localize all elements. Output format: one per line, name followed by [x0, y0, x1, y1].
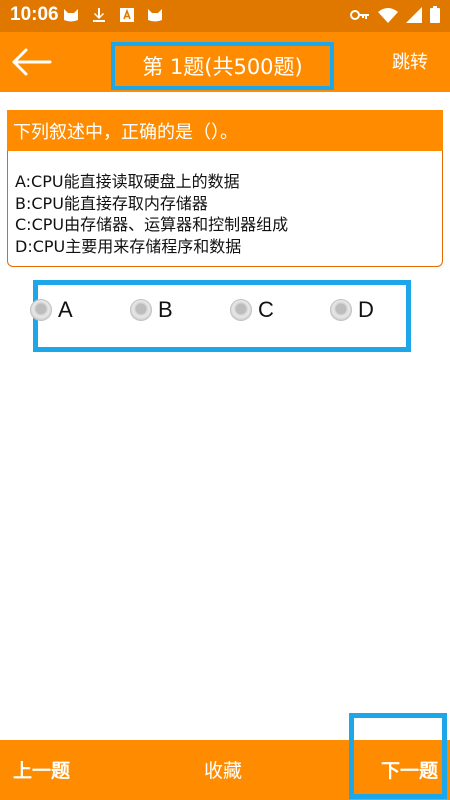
radio-label-c: C	[258, 297, 274, 322]
option-c-text: C:CPU由存储器、运算器和控制器组成	[15, 215, 289, 234]
next-question-button[interactable]: 下一题	[381, 756, 438, 783]
key-icon	[350, 7, 370, 26]
radio-option-c[interactable]: C	[230, 297, 274, 323]
radio-label-d: D	[358, 297, 374, 322]
download-icon	[90, 6, 108, 24]
status-time: 10:06	[10, 4, 59, 25]
radio-circle-icon	[130, 299, 152, 321]
option-d-text: D:CPU主要用来存储程序和数据	[15, 236, 242, 256]
system-icons	[350, 6, 440, 27]
option-a-text: A:CPU能直接读取硬盘上的数据	[15, 172, 240, 191]
battery-icon	[430, 6, 440, 27]
radio-circle-icon	[330, 299, 352, 321]
prev-question-button[interactable]: 上一题	[13, 756, 70, 783]
page-title: 第 1题(共500题)	[142, 55, 303, 79]
radio-circle-icon	[30, 299, 52, 321]
arrow-left-icon	[12, 48, 52, 76]
radio-label-b: B	[158, 297, 173, 322]
radio-option-a[interactable]: A	[30, 297, 73, 323]
radio-option-b[interactable]: B	[130, 297, 173, 323]
bottom-bar: 上一题 收藏 下一题	[0, 740, 450, 800]
cat-icon	[62, 6, 80, 24]
radio-option-d[interactable]: D	[330, 297, 374, 323]
favorite-button[interactable]: 收藏	[204, 756, 242, 783]
notification-icons	[62, 6, 164, 24]
question-text: 下列叙述中，正确的是（）。	[7, 110, 443, 151]
option-b-text: B:CPU能直接存取内存储器	[15, 193, 208, 213]
jump-button[interactable]: 跳转	[392, 48, 428, 74]
signal-icon	[406, 6, 422, 27]
font-a-icon	[118, 6, 136, 24]
question-options: A:CPU能直接读取硬盘上的数据 B:CPU能直接存取内存储器 C:CPU由存储…	[7, 151, 443, 267]
radio-label-a: A	[58, 297, 73, 322]
status-bar: 10:06	[0, 0, 450, 32]
back-button[interactable]	[10, 46, 52, 78]
radio-circle-icon	[230, 299, 252, 321]
wifi-icon	[378, 7, 398, 27]
cat-icon	[146, 6, 164, 24]
question-counter-highlight: 第 1题(共500题)	[111, 42, 334, 90]
